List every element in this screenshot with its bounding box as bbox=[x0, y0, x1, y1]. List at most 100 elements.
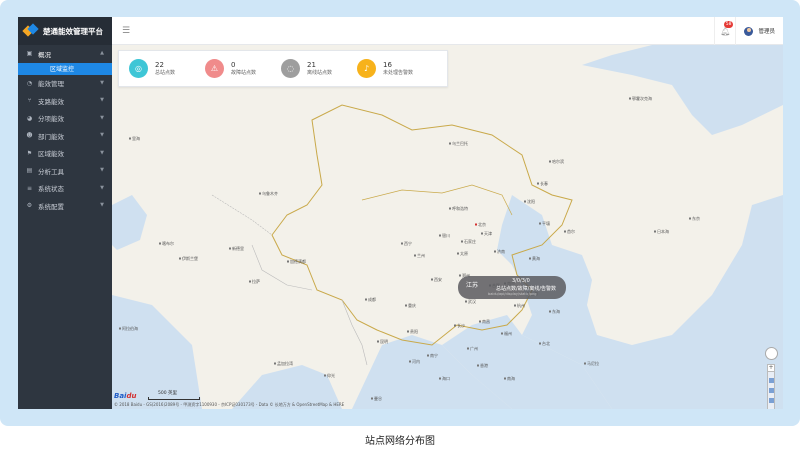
tooltip-link: baidu/api/display/static/png bbox=[488, 292, 537, 296]
stat-value: 0 bbox=[231, 60, 236, 69]
chevron-down-icon: ▼ bbox=[100, 114, 104, 121]
map-label: 银川 bbox=[442, 232, 450, 238]
map-city-marker bbox=[377, 340, 379, 343]
map-label-layer: 北京天津石家庄沈阳长春哈尔滨乌鲁木齐西宁兰州银川呼和浩特太原西安郑州济南合肥南京… bbox=[119, 95, 700, 401]
map-label: 里海 bbox=[132, 135, 140, 141]
map-label: 济南 bbox=[497, 248, 505, 254]
image-icon: ▣ bbox=[26, 50, 33, 58]
map-city-marker bbox=[274, 362, 276, 365]
stat-card[interactable]: ◌ 21 离线站点数 bbox=[271, 59, 347, 78]
chart-icon: ▤ bbox=[26, 167, 33, 175]
map-label: 台北 bbox=[542, 340, 550, 346]
map-city-marker bbox=[501, 332, 503, 335]
stat-card[interactable]: ♪ 16 未处理告警数 bbox=[347, 59, 423, 78]
sidebar-subitem-region-monitor[interactable]: 区域监控 bbox=[18, 62, 112, 75]
stat-card[interactable]: ⚠ 0 故障站点数 bbox=[195, 59, 271, 78]
map-label: 杭州 bbox=[517, 302, 525, 308]
sidebar-item[interactable]: ⚑ 区域能效 ▼ bbox=[18, 145, 112, 163]
chevron-down-icon: ▼ bbox=[100, 132, 104, 138]
stat-label: 总站点数 bbox=[155, 69, 176, 76]
sidebar-menu: ▣ 概况 ▲ 区域监控 ◔ 能效管理 ▼ ⑂ 支路能效 ▼ ◕ 分项能效 ▼ ☻ 部门能效 ▼ ⚑ 区域能效 ▼ ▤ 分… bbox=[18, 45, 112, 215]
fault-icon: ⚠ bbox=[205, 59, 224, 78]
map-label: 曼谷 bbox=[374, 395, 382, 401]
stat-value: 22 bbox=[155, 60, 164, 69]
map-controls: + − bbox=[765, 347, 779, 409]
stat-label: 未处理告警数 bbox=[383, 69, 414, 76]
sidebar-item[interactable]: ▤ 分析工具 ▼ bbox=[18, 162, 112, 180]
zoom-in-button[interactable]: + bbox=[767, 364, 775, 372]
sidebar-item[interactable]: ◔ 能效管理 ▼ bbox=[18, 75, 112, 93]
chevron-down-icon: ▼ bbox=[100, 79, 104, 86]
tooltip-province: 江苏 bbox=[466, 282, 479, 289]
sidebar-item-label: 支路能效 bbox=[38, 97, 64, 106]
sidebar-item[interactable]: ☻ 部门能效 ▼ bbox=[18, 127, 112, 145]
gear-icon: ⚙ bbox=[26, 202, 33, 210]
map-city-marker bbox=[529, 257, 531, 260]
map-city-marker bbox=[479, 320, 481, 323]
map-view[interactable]: 北京天津石家庄沈阳长春哈尔滨乌鲁木齐西宁兰州银川呼和浩特太原西安郑州济南合肥南京… bbox=[112, 45, 783, 409]
sidebar-item-label: 系统状态 bbox=[38, 185, 64, 194]
map-label: 喀布尔 bbox=[162, 240, 174, 246]
stats-panel: ◎ 22 总站点数 ⚠ 0 故障站点数 ◌ 21 离线站点数 ♪ 16 未处理告警数 bbox=[118, 50, 448, 87]
app-window: 楚通能效管理平台 ▣ 概况 ▲ 区域监控 ◔ 能效管理 ▼ ⑂ 支路能效 ▼ ◕ 分项能效 ▼ ☻ 部门能效… bbox=[18, 17, 783, 409]
sidebar-item[interactable]: ≡ 系统状态 ▼ bbox=[18, 180, 112, 198]
map-city-marker bbox=[524, 200, 526, 203]
sidebar-item-label: 分析工具 bbox=[38, 167, 64, 176]
map-city-marker bbox=[427, 354, 429, 357]
map-label: 重庆 bbox=[408, 302, 416, 308]
map-city-marker bbox=[449, 142, 451, 145]
notification-button[interactable]: 🔔︎ 58 bbox=[714, 17, 737, 45]
notification-badge: 58 bbox=[723, 21, 734, 28]
chevron-down-icon: ▼ bbox=[100, 184, 104, 191]
map-label: 马尼拉 bbox=[587, 360, 599, 366]
map-city-marker bbox=[465, 300, 467, 303]
map-label: 伊斯兰堡 bbox=[182, 255, 198, 261]
map-city-marker bbox=[129, 137, 131, 140]
people-icon: ☻ bbox=[26, 132, 33, 140]
map-label: 拉萨 bbox=[252, 278, 260, 284]
map-label: 贵阳 bbox=[410, 328, 418, 334]
map-city-marker bbox=[454, 324, 456, 327]
stat-label: 故障站点数 bbox=[231, 69, 257, 76]
map-city-marker bbox=[689, 217, 691, 220]
screenshot-frame: 楚通能效管理平台 ▣ 概况 ▲ 区域监控 ◔ 能效管理 ▼ ⑂ 支路能效 ▼ ◕ 分项能效 ▼ ☻ 部门能效… bbox=[0, 0, 800, 426]
map-label: 南海 bbox=[507, 375, 515, 381]
map-copyright: © 2018 Baidu - GS(2016)2089号 - 甲测资字11009… bbox=[114, 402, 345, 407]
map-label: 呼和浩特 bbox=[452, 205, 468, 211]
stat-label: 离线站点数 bbox=[307, 69, 333, 76]
map-label: 孟加拉湾 bbox=[277, 360, 293, 366]
menu-toggle-icon[interactable]: ☰ bbox=[122, 26, 130, 36]
map-label: 长春 bbox=[540, 180, 548, 186]
map-label: 首尔 bbox=[567, 228, 575, 234]
map-label: 长沙 bbox=[457, 322, 465, 328]
map-city-marker bbox=[504, 377, 506, 380]
chevron-down-icon: ▼ bbox=[100, 202, 104, 208]
avatar bbox=[744, 26, 754, 36]
map-city-marker bbox=[439, 377, 441, 380]
map-label: 阿拉伯海 bbox=[122, 325, 138, 331]
map-city-marker bbox=[584, 362, 586, 365]
map-city-marker bbox=[401, 242, 403, 245]
app-title: 楚通能效管理平台 bbox=[43, 26, 103, 36]
user-name: 管理员 bbox=[758, 29, 775, 35]
stat-card[interactable]: ◎ 22 总站点数 bbox=[119, 59, 195, 78]
sidebar-item-label: 分项能效 bbox=[38, 115, 64, 124]
sidebar-item[interactable]: ⑂ 支路能效 ▼ bbox=[18, 92, 112, 110]
map-city-marker bbox=[119, 327, 121, 330]
map-city-marker bbox=[365, 298, 367, 301]
sidebar-item-label: 区域能效 bbox=[38, 150, 64, 159]
user-menu[interactable]: 管理员 bbox=[736, 26, 783, 36]
sidebar-item[interactable]: ◕ 分项能效 ▼ bbox=[18, 110, 112, 128]
sidebar-item[interactable]: ⚙ 系统配置 ▼ bbox=[18, 197, 112, 215]
pan-control[interactable] bbox=[765, 347, 778, 360]
sidebar-item[interactable]: ▣ 概况 ▲ bbox=[18, 45, 112, 63]
map-label: 新德里 bbox=[232, 245, 244, 251]
flag-icon: ⚑ bbox=[26, 149, 33, 157]
map-label: 加德满都 bbox=[290, 258, 306, 264]
province-tooltip: 江苏 3/0/3/0 总站点数/故障/离线/告警数 baidu/api/disp… bbox=[458, 276, 566, 299]
map-city-marker bbox=[539, 222, 541, 225]
map-city-marker bbox=[549, 310, 551, 313]
map-label: 南昌 bbox=[482, 318, 490, 324]
zoom-slider[interactable] bbox=[767, 372, 775, 409]
map-city-marker bbox=[514, 304, 516, 307]
